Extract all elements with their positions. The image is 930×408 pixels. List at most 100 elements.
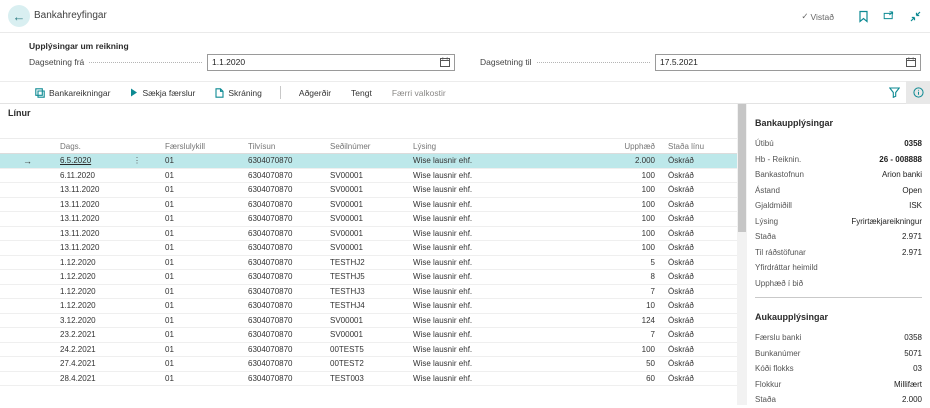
scrollbar-thumb[interactable] xyxy=(738,104,746,232)
cell-amount: 5 xyxy=(600,258,657,267)
factbox-field: Útibú0358 xyxy=(755,136,922,152)
cell-line-status: Óskráð xyxy=(657,374,737,383)
table-body: →6.5.2020⋮016304070870Wise lausnir ehf.2… xyxy=(0,154,737,386)
cell-amount: 2.000 xyxy=(600,156,657,165)
collapse-icon[interactable] xyxy=(909,10,922,23)
table-row[interactable]: 13.11.2020016304070870SV00001Wise lausni… xyxy=(0,227,737,242)
actions-button[interactable]: Aðgerðir xyxy=(291,82,339,104)
table-row[interactable]: 13.11.2020016304070870SV00001Wise lausni… xyxy=(0,241,737,256)
bookmark-icon[interactable] xyxy=(857,10,870,23)
column-header-date[interactable]: Dags. xyxy=(55,142,160,151)
date-value: 6.11.2020 xyxy=(60,171,95,180)
cell-date: 6.5.2020 ⋮ xyxy=(55,156,160,165)
factbox-field: Hb - Reiknin.26 - 008888 xyxy=(755,152,922,168)
table-row[interactable]: 23.2.2021016304070870SV00001Wise lausnir… xyxy=(0,328,737,343)
table-row[interactable]: 1.12.2020016304070870TESTHJ3Wise lausnir… xyxy=(0,285,737,300)
saved-indicator: ✓ Vistað xyxy=(801,11,834,22)
cell-line-status: Óskráð xyxy=(657,229,737,238)
play-icon xyxy=(130,88,138,97)
date-value: 1.12.2020 xyxy=(60,301,96,310)
date-value: 24.2.2021 xyxy=(60,345,96,354)
cell-description: Wise lausnir ehf. xyxy=(408,171,600,180)
cell-entry-key: 01 xyxy=(160,272,243,281)
column-header-desc[interactable]: Lýsing xyxy=(408,142,600,151)
table-row[interactable]: 24.2.202101630407087000TEST5Wise lausnir… xyxy=(0,343,737,358)
factbox-field-label: Flokkur xyxy=(755,380,781,389)
factbox-field-label: Kóði flokks xyxy=(755,364,794,373)
date-value: 13.11.2020 xyxy=(60,243,99,252)
factbox-field: FlokkurMillifært xyxy=(755,377,922,393)
table-row[interactable]: 1.12.2020016304070870TESTHJ2Wise lausnir… xyxy=(0,256,737,271)
fetch-transactions-button[interactable]: Sækja færslur xyxy=(122,82,203,104)
cell-slip-number: SV00001 xyxy=(325,243,408,252)
cell-line-status: Óskráð xyxy=(657,330,737,339)
table-row[interactable]: →6.5.2020⋮016304070870Wise lausnir ehf.2… xyxy=(0,154,737,169)
row-menu-icon[interactable]: ⋮ xyxy=(133,156,141,165)
table-row[interactable]: 3.12.2020016304070870SV00001Wise lausnir… xyxy=(0,314,737,329)
info-button[interactable] xyxy=(906,81,930,104)
date-value[interactable]: 6.5.2020 xyxy=(60,156,91,165)
column-header-status[interactable]: Staða línu xyxy=(657,142,737,151)
column-header-amount[interactable]: Upphæð xyxy=(600,142,657,151)
factbox-field: Kóði flokks03 xyxy=(755,361,922,377)
dotted-leader xyxy=(537,57,650,63)
table-row[interactable]: 13.11.2020016304070870SV00001Wise lausni… xyxy=(0,212,737,227)
cell-entry-key: 01 xyxy=(160,156,243,165)
column-header-ref[interactable]: Tilvísun xyxy=(243,142,325,151)
cell-slip-number: 00TEST5 xyxy=(325,345,408,354)
factbox-field-label: Hb - Reiknin. xyxy=(755,155,801,164)
popout-icon[interactable] xyxy=(883,10,896,23)
filter-button[interactable] xyxy=(882,82,906,104)
column-header-key[interactable]: Færslulykill xyxy=(160,142,243,151)
table-row[interactable]: 1.12.2020016304070870TESTHJ4Wise lausnir… xyxy=(0,299,737,314)
cell-reference: 6304070870 xyxy=(243,156,325,165)
factbox-field: Staða2.000 xyxy=(755,392,922,408)
cell-reference: 6304070870 xyxy=(243,214,325,223)
cell-slip-number: SV00001 xyxy=(325,200,408,209)
cell-date: 1.12.2020 xyxy=(55,287,160,296)
fewer-options-button[interactable]: Færri valkostir xyxy=(384,82,454,104)
related-button[interactable]: Tengt xyxy=(343,82,380,104)
cell-entry-key: 01 xyxy=(160,185,243,194)
vertical-scrollbar[interactable] xyxy=(737,104,747,405)
factbox-field: LýsingFyrirtækjareikningur xyxy=(755,214,922,230)
cell-slip-number: TEST003 xyxy=(325,374,408,383)
factbox-field-label: Bunkanúmer xyxy=(755,349,800,358)
table-row[interactable]: 13.11.2020016304070870SV00001Wise lausni… xyxy=(0,183,737,198)
factbox-field: Til ráðstöfunar2.971 xyxy=(755,245,922,261)
date-from-label: Dagsetning frá xyxy=(29,57,84,67)
cell-slip-number: 00TEST2 xyxy=(325,359,408,368)
cell-entry-key: 01 xyxy=(160,214,243,223)
document-icon xyxy=(215,88,224,98)
table-row[interactable]: 13.11.2020016304070870SV00001Wise lausni… xyxy=(0,198,737,213)
cell-description: Wise lausnir ehf. xyxy=(408,330,600,339)
cell-description: Wise lausnir ehf. xyxy=(408,258,600,267)
cell-reference: 6304070870 xyxy=(243,374,325,383)
cell-reference: 6304070870 xyxy=(243,171,325,180)
cell-description: Wise lausnir ehf. xyxy=(408,272,600,281)
cell-reference: 6304070870 xyxy=(243,272,325,281)
calendar-icon[interactable] xyxy=(440,57,450,67)
cell-entry-key: 01 xyxy=(160,243,243,252)
cell-date: 13.11.2020 xyxy=(55,229,160,238)
cell-reference: 6304070870 xyxy=(243,359,325,368)
bank-accounts-button[interactable]: Bankareikningar xyxy=(27,82,118,104)
table-row[interactable]: 28.4.2021016304070870TEST003Wise lausnir… xyxy=(0,372,737,387)
toolbar-divider xyxy=(280,86,281,99)
calendar-icon[interactable] xyxy=(906,57,916,67)
date-from-input[interactable]: 1.1.2020 xyxy=(207,54,455,71)
column-header-slip[interactable]: Seðilnúmer xyxy=(325,142,408,151)
table-row[interactable]: 27.4.202101630407087000TEST2Wise lausnir… xyxy=(0,357,737,372)
register-button[interactable]: Skráning xyxy=(207,82,270,104)
back-button[interactable]: ← xyxy=(8,5,30,27)
date-value: 3.12.2020 xyxy=(60,316,96,325)
factbox-field-value: Arion banki xyxy=(882,170,922,179)
cell-amount: 8 xyxy=(600,272,657,281)
table-row[interactable]: 1.12.2020016304070870TESTHJ5Wise lausnir… xyxy=(0,270,737,285)
table-row[interactable]: 6.11.2020016304070870SV00001Wise lausnir… xyxy=(0,169,737,184)
date-to-label: Dagsetning til xyxy=(480,57,532,67)
checkmark-icon: ✓ xyxy=(801,11,808,22)
factbox-field: Yfirdráttar heimild xyxy=(755,260,922,276)
cell-slip-number: SV00001 xyxy=(325,185,408,194)
date-to-input[interactable]: 17.5.2021 xyxy=(655,54,921,71)
